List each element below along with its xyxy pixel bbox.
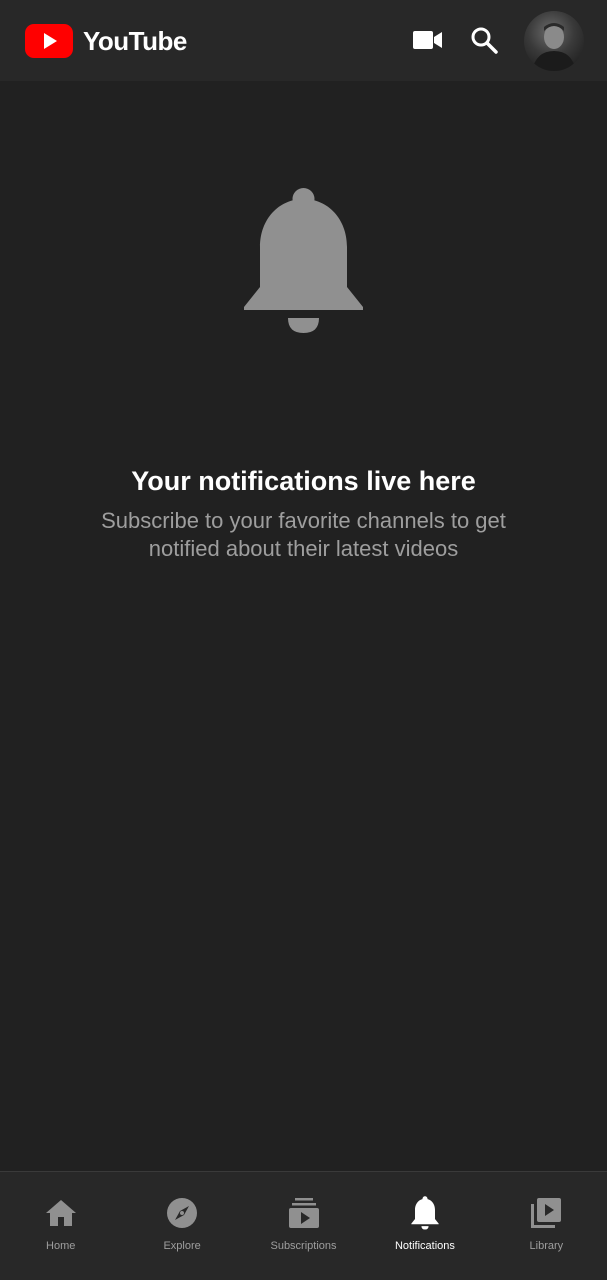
nav-library[interactable]: Library xyxy=(486,1172,607,1280)
bottom-navigation: Home Explore Subscriptions Notifications… xyxy=(0,1171,607,1280)
top-app-bar: YouTube xyxy=(0,0,607,81)
youtube-logo[interactable]: YouTube xyxy=(25,24,187,58)
search-icon xyxy=(471,27,498,54)
youtube-logo-icon xyxy=(25,24,73,58)
brand-name: YouTube xyxy=(83,25,187,56)
library-icon xyxy=(529,1196,563,1230)
empty-state-title: Your notifications live here xyxy=(131,466,476,496)
video-camera-icon xyxy=(413,31,442,49)
nav-label-home: Home xyxy=(46,1240,76,1252)
compass-icon xyxy=(165,1196,199,1230)
account-avatar[interactable] xyxy=(524,11,584,71)
bell-icon xyxy=(244,188,363,333)
search-button[interactable] xyxy=(464,20,504,60)
nav-label-subscriptions: Subscriptions xyxy=(270,1240,337,1252)
nav-subscriptions[interactable]: Subscriptions xyxy=(243,1172,364,1280)
home-icon xyxy=(44,1196,78,1230)
nav-notifications[interactable]: Notifications xyxy=(364,1172,485,1280)
nav-label-notifications: Notifications xyxy=(394,1240,455,1252)
app-root: YouTube Your notifications live here Sub… xyxy=(0,0,607,1280)
nav-label-explore: Explore xyxy=(163,1240,201,1252)
subscriptions-icon xyxy=(287,1196,321,1230)
nav-home[interactable]: Home xyxy=(0,1172,121,1280)
upload-video-button[interactable] xyxy=(408,22,448,58)
avatar-image xyxy=(532,23,576,71)
nav-label-library: Library xyxy=(529,1240,564,1252)
notifications-empty-state: Your notifications live here Subscribe t… xyxy=(0,81,607,1171)
empty-state-subtitle: Subscribe to your favorite channels to g… xyxy=(101,508,506,561)
nav-explore[interactable]: Explore xyxy=(121,1172,242,1280)
bell-icon xyxy=(408,1196,442,1230)
